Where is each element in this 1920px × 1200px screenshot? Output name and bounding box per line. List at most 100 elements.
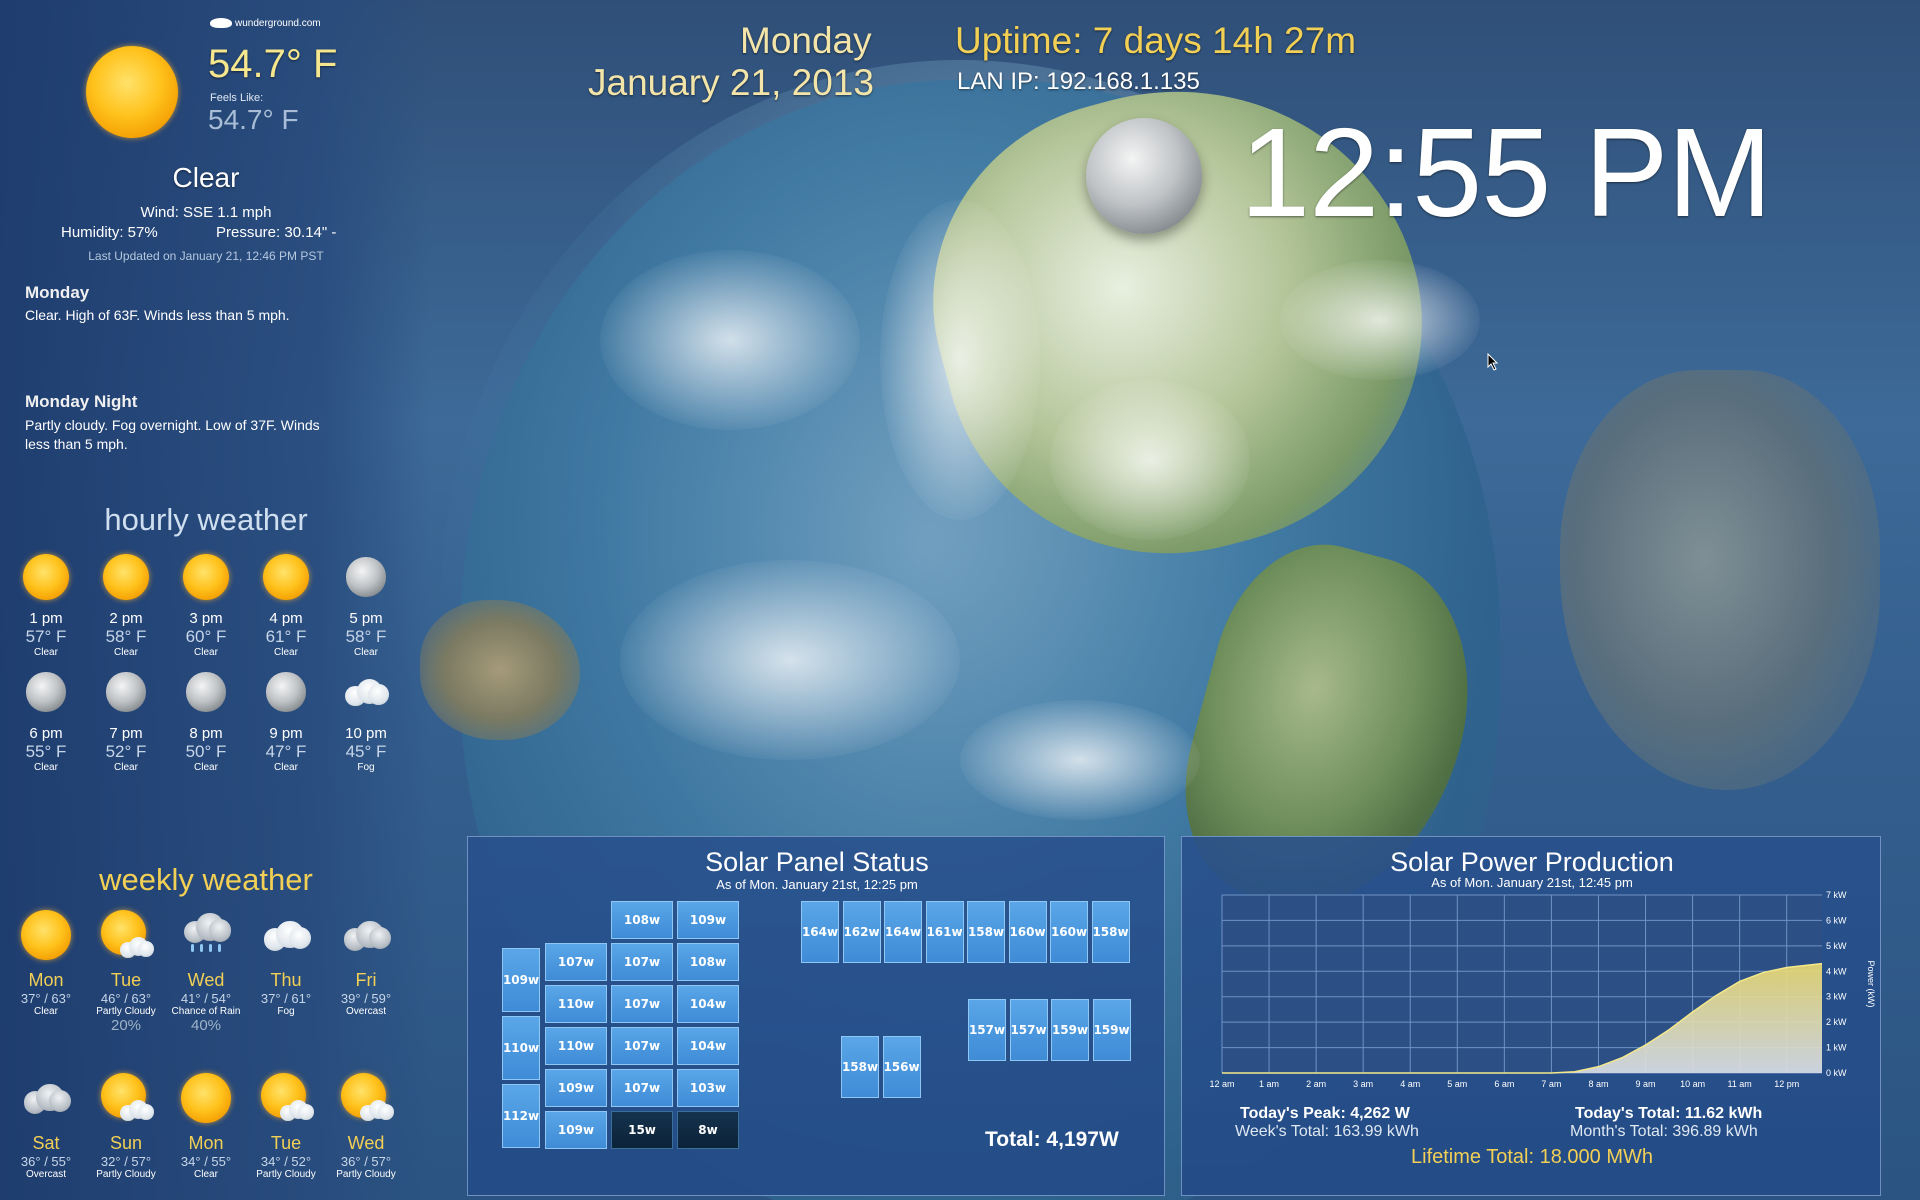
- solar-panel-cell: 103w: [677, 1069, 739, 1107]
- solar-panel-cell: 107w: [611, 1069, 673, 1107]
- todays-total: Today's Total: 11.62 kWh: [1575, 1105, 1763, 1122]
- y-tick-label: 3 kW: [1826, 992, 1847, 1002]
- hour-condition: Clear: [34, 647, 58, 658]
- australia: [420, 600, 580, 740]
- fog-cloud-icon: [261, 910, 311, 960]
- pressure-text: Pressure: 30.14" -: [216, 224, 337, 241]
- hour-condition: Clear: [194, 762, 218, 773]
- x-tick-label: 7 am: [1541, 1079, 1561, 1089]
- moon-icon: [263, 669, 309, 715]
- y-tick-label: 4 kW: [1826, 966, 1847, 976]
- solar-panel-cell: 157w: [968, 999, 1006, 1061]
- hourly-forecast-item: 9 pm 47° F Clear: [246, 667, 326, 777]
- hour-label: 3 pm: [189, 610, 223, 627]
- feels-like-temp: 54.7° F: [208, 104, 299, 135]
- solar-status-title: Solar Panel Status: [705, 847, 929, 877]
- hourly-weather-title: hourly weather: [104, 502, 308, 537]
- uptime-label: Uptime: 7 days 14h 27m: [955, 20, 1357, 61]
- partly-cloudy-icon: [261, 1073, 314, 1123]
- y-tick-label: 1 kW: [1826, 1043, 1847, 1053]
- x-tick-label: 4 am: [1400, 1079, 1420, 1089]
- last-updated: Last Updated on January 21, 12:46 PM PST: [88, 249, 324, 263]
- sun-icon: [23, 554, 69, 600]
- solar-panel-cell: 161w: [925, 901, 964, 963]
- solar-status-subtitle: As of Mon. January 21st, 12:25 pm: [716, 877, 918, 892]
- forecast-title: Monday: [25, 283, 90, 302]
- overcast-icon: [21, 1073, 71, 1123]
- weekday-condition: Partly Cloudy: [96, 1169, 156, 1180]
- weekday-condition: Overcast: [345, 1006, 386, 1017]
- precip-chance: 20%: [110, 1017, 142, 1034]
- weekday-label: Wed: [187, 970, 225, 990]
- solar-panel-cell: 107w: [611, 943, 673, 981]
- weekly-forecast-item: Mon 37° / 63° Clear: [6, 910, 86, 1035]
- weekday-label: Thu: [270, 970, 302, 990]
- lan-ip-label: LAN IP: 192.168.1.135: [957, 68, 1200, 95]
- hour-temp: 52° F: [105, 742, 147, 761]
- weekday-temp: 37° / 63°: [20, 991, 72, 1006]
- y-tick-label: 2 kW: [1826, 1017, 1847, 1027]
- weekly-forecast-item: Mon 34° / 55° Clear: [166, 1073, 246, 1198]
- weekday-condition: Partly Cloudy: [336, 1169, 396, 1180]
- weekday-temp: 46° / 63°: [100, 991, 152, 1006]
- weekly-forecast-item: Thu 37° / 61° Fog: [246, 910, 326, 1035]
- hour-label: 6 pm: [29, 725, 63, 742]
- wind-text: Wind: SSE 1.1 mph: [140, 204, 272, 221]
- solar-panel-cell: 160w: [1008, 901, 1047, 963]
- hourly-forecast-item: 2 pm 58° F Clear: [86, 552, 166, 662]
- y-axis-label: Power (kW): [1866, 961, 1876, 1008]
- current-temp: 54.7° F: [208, 42, 338, 86]
- hourly-forecast-item: 5 pm 58° F Clear: [326, 552, 406, 662]
- weekday-label: Fri: [355, 970, 377, 990]
- hour-condition: Clear: [34, 762, 58, 773]
- solar-panel-cell: 157w: [1009, 999, 1048, 1061]
- hourly-forecast-item: 10 pm 45° F Fog: [326, 667, 406, 777]
- cloud: [600, 250, 860, 430]
- solar-panel-cell: 110w: [502, 1016, 540, 1080]
- months-total: Month's Total: 396.89 kWh: [1570, 1123, 1758, 1140]
- solar-panel-cell: 109w: [545, 1069, 607, 1107]
- weekly-forecast-item: Fri 39° / 59° Overcast: [326, 910, 406, 1035]
- solar-panel-cell: 110w: [545, 985, 607, 1023]
- hour-label: 9 pm: [269, 725, 303, 742]
- x-tick-label: 8 am: [1588, 1079, 1608, 1089]
- cursor-icon: [1487, 353, 1499, 371]
- sun-icon: [103, 554, 149, 600]
- weekly-forecast-item: Sat 36° / 55° Overcast: [6, 1073, 86, 1198]
- hour-condition: Fog: [357, 762, 375, 773]
- weekday-condition: Partly Cloudy: [96, 1006, 156, 1017]
- solar-panel-cell: 112w: [502, 1084, 540, 1148]
- current-condition: Clear: [172, 162, 240, 193]
- hourly-forecast-item: 7 pm 52° F Clear: [86, 667, 166, 777]
- x-tick-label: 12 pm: [1774, 1079, 1799, 1089]
- hour-label: 2 pm: [109, 610, 143, 627]
- hour-condition: Clear: [114, 647, 138, 658]
- solar-panel-cell: 104w: [677, 985, 739, 1023]
- partly-cloudy-icon: [101, 1073, 154, 1123]
- cloud: [1050, 380, 1250, 540]
- todays-peak: Today's Peak: 4,262 W: [1240, 1105, 1410, 1122]
- partly-cloudy-icon: [341, 1073, 394, 1123]
- hourly-forecast-item: 6 pm 55° F Clear: [6, 667, 86, 777]
- solar-panel-cell: 15w: [611, 1111, 673, 1149]
- solar-panel-cell: 107w: [611, 985, 673, 1023]
- overcast-icon: [341, 910, 391, 960]
- solar-panel-cell: 107w: [611, 1027, 673, 1065]
- x-tick-label: 12 am: [1209, 1079, 1234, 1089]
- day-label: Monday: [740, 20, 872, 61]
- wunderground-logo: wunderground.com: [210, 18, 321, 29]
- solar-panel-cell: 109w: [502, 948, 540, 1012]
- hour-condition: Clear: [194, 647, 218, 658]
- solar-panel-cell: 164w: [884, 901, 922, 963]
- partly-cloudy-icon: [101, 910, 154, 960]
- weekday-temp: 36° / 55°: [20, 1154, 72, 1169]
- x-tick-label: 3 am: [1353, 1079, 1373, 1089]
- weekday-label: Mon: [188, 1133, 224, 1153]
- sun-icon: [263, 554, 309, 600]
- solar-panel-cell: 164w: [801, 901, 839, 963]
- weekday-label: Wed: [347, 1133, 385, 1153]
- current-sun-icon: [86, 46, 178, 138]
- y-tick-label: 6 kW: [1826, 915, 1847, 925]
- hourly-forecast-item: 8 pm 50° F Clear: [166, 667, 246, 777]
- weekday-label: Sat: [32, 1133, 60, 1153]
